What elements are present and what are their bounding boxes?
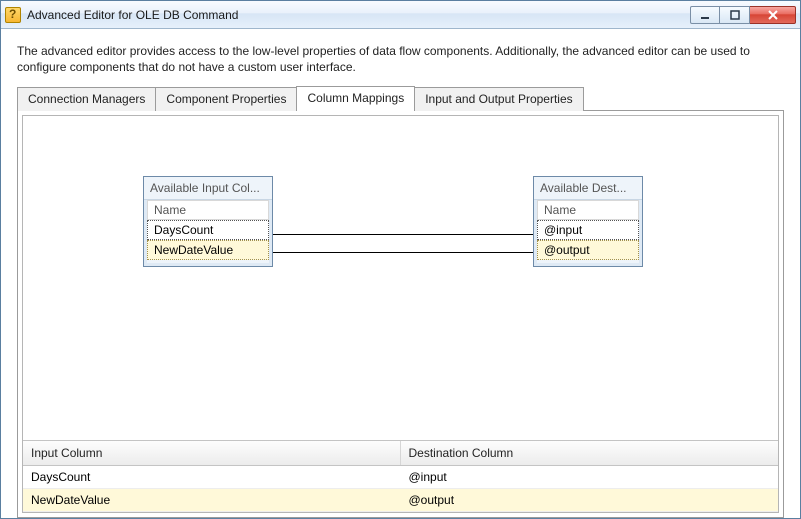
dest-column-output[interactable]: @output (537, 240, 639, 260)
mapping-line-1[interactable] (273, 234, 533, 235)
help-icon (5, 7, 21, 23)
grid-cell-dest-2[interactable]: @output (401, 489, 779, 511)
available-destination-columns-box[interactable]: Available Dest... Name @input @output (533, 176, 643, 267)
input-column-newdatevalue[interactable]: NewDateValue (147, 240, 269, 260)
mapping-line-2[interactable] (273, 252, 533, 253)
input-box-title: Available Input Col... (144, 177, 272, 200)
window-controls (690, 6, 796, 24)
dest-box-header: Name (537, 200, 639, 220)
grid-header: Input Column Destination Column (23, 441, 778, 466)
grid-cell-input-2[interactable]: NewDateValue (23, 489, 401, 511)
input-box-header: Name (147, 200, 269, 220)
maximize-button[interactable] (720, 6, 750, 24)
dest-box-title: Available Dest... (534, 177, 642, 200)
tab-strip: Connection Managers Component Properties… (1, 85, 800, 110)
window-frame: Advanced Editor for OLE DB Command The a… (0, 0, 801, 519)
tab-component-properties[interactable]: Component Properties (155, 87, 297, 111)
tab-column-mappings[interactable]: Column Mappings (296, 86, 415, 111)
grid-row-1[interactable]: DaysCount @input (23, 466, 778, 489)
minimize-button[interactable] (690, 6, 720, 24)
window-title: Advanced Editor for OLE DB Command (27, 8, 690, 22)
grid-header-input-column[interactable]: Input Column (23, 441, 401, 465)
grid-cell-dest-1[interactable]: @input (401, 466, 779, 488)
input-column-dayscount[interactable]: DaysCount (147, 220, 269, 240)
mapping-panel: Available Input Col... Name DaysCount Ne… (22, 115, 779, 513)
titlebar[interactable]: Advanced Editor for OLE DB Command (1, 1, 800, 29)
grid-header-destination-column[interactable]: Destination Column (401, 441, 779, 465)
tab-input-output-properties[interactable]: Input and Output Properties (414, 87, 583, 111)
mapping-canvas[interactable]: Available Input Col... Name DaysCount Ne… (23, 116, 778, 440)
grid-cell-input-1[interactable]: DaysCount (23, 466, 401, 488)
available-input-columns-box[interactable]: Available Input Col... Name DaysCount Ne… (143, 176, 273, 267)
grid-row-2[interactable]: NewDateValue @output (23, 489, 778, 512)
editor-description: The advanced editor provides access to t… (1, 29, 800, 85)
mapping-grid: Input Column Destination Column DaysCoun… (23, 440, 778, 512)
dest-column-input[interactable]: @input (537, 220, 639, 240)
tab-connection-managers[interactable]: Connection Managers (17, 87, 156, 111)
tab-body: Available Input Col... Name DaysCount Ne… (17, 110, 784, 518)
close-button[interactable] (750, 6, 796, 24)
